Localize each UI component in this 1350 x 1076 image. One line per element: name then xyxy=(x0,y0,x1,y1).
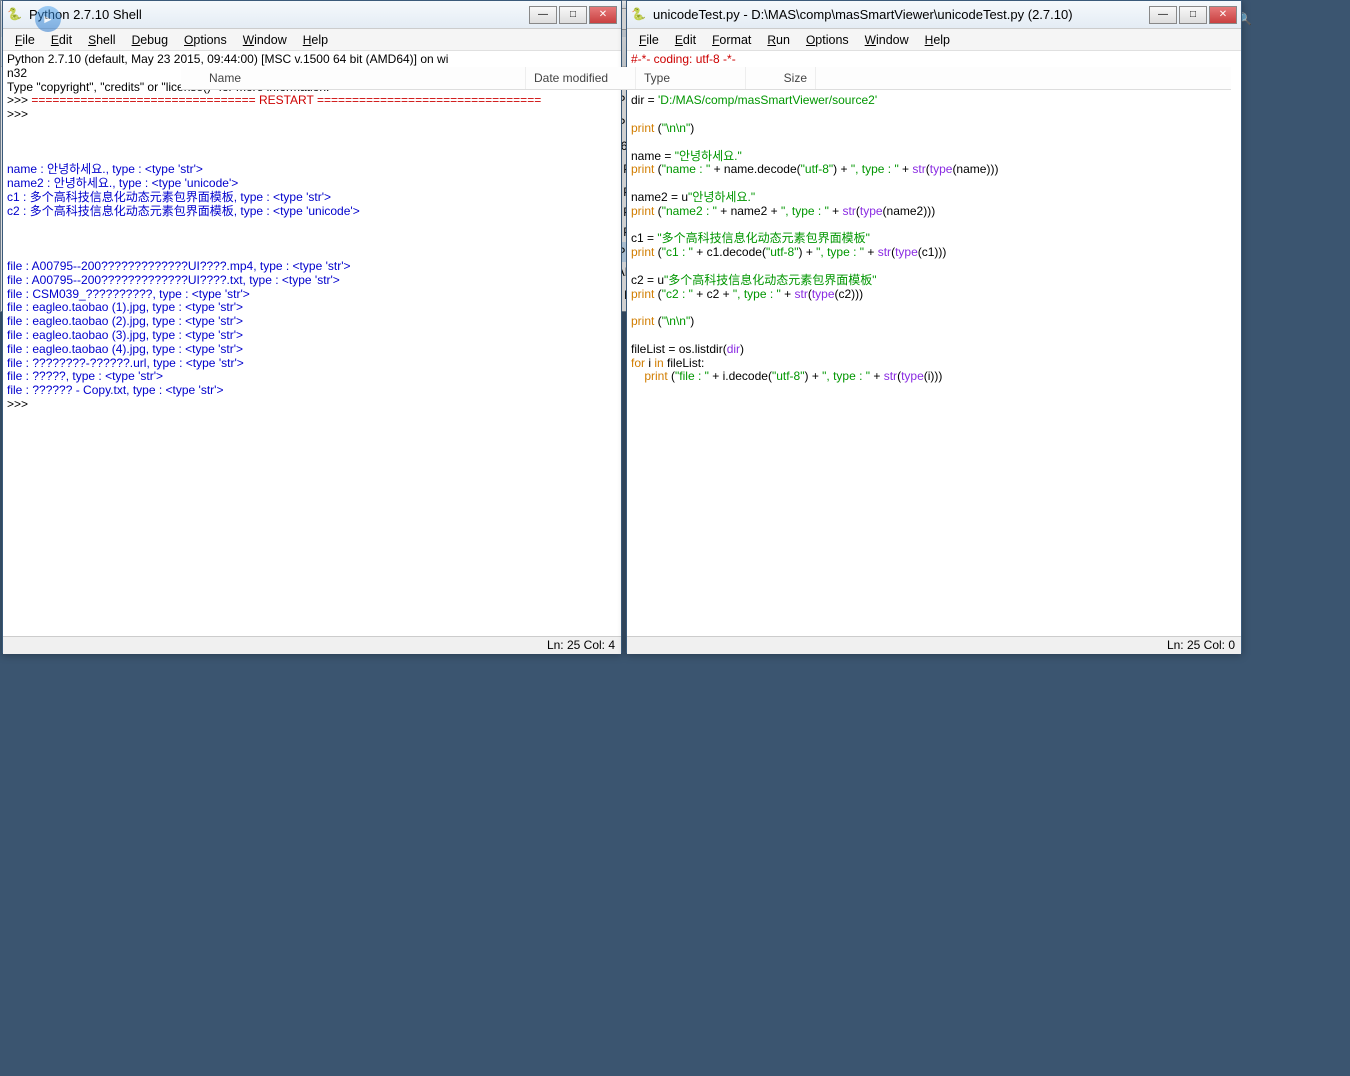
minimize-button[interactable]: — xyxy=(529,6,557,24)
shell-output[interactable]: Python 2.7.10 (default, May 23 2015, 09:… xyxy=(3,51,621,636)
editor-title: unicodeTest.py - D:\MAS\comp\masSmartVie… xyxy=(653,7,1147,22)
editor-menubar: FileEditFormatRunOptionsWindowHelp xyxy=(627,29,1241,51)
shell-titlebar[interactable]: 🐍 Python 2.7.10 Shell — □ ✕ xyxy=(3,1,621,29)
column-name[interactable]: Name xyxy=(181,67,526,89)
shell-menubar: FileEditShellDebugOptionsWindowHelp xyxy=(3,29,621,51)
forward-button[interactable]: ► xyxy=(35,6,61,32)
menu-format[interactable]: Format xyxy=(704,31,759,49)
window-controls: — □ ✕ xyxy=(1147,6,1237,24)
column-type[interactable]: Type xyxy=(636,67,746,89)
maximize-button[interactable]: □ xyxy=(559,6,587,24)
column-size[interactable]: Size xyxy=(746,67,816,89)
shell-statusbar: Ln: 25 Col: 4 xyxy=(3,636,621,654)
menu-shell[interactable]: Shell xyxy=(80,31,123,49)
python-shell-window: 🐍 Python 2.7.10 Shell — □ ✕ FileEditShel… xyxy=(2,0,622,653)
column-date[interactable]: Date modified xyxy=(526,67,636,89)
editor-titlebar[interactable]: 🐍 unicodeTest.py - D:\MAS\comp\masSmartV… xyxy=(627,1,1241,29)
window-controls: — □ ✕ xyxy=(527,6,617,24)
menu-file[interactable]: File xyxy=(631,31,667,49)
maximize-button[interactable]: □ xyxy=(1179,6,1207,24)
menu-window[interactable]: Window xyxy=(857,31,917,49)
python-icon: 🐍 xyxy=(631,7,647,23)
menu-window[interactable]: Window xyxy=(235,31,295,49)
file-list-header: Name Date modified Type Size xyxy=(181,67,1231,90)
menu-run[interactable]: Run xyxy=(759,31,798,49)
menu-help[interactable]: Help xyxy=(295,31,336,49)
menu-edit[interactable]: Edit xyxy=(667,31,704,49)
menu-options[interactable]: Options xyxy=(176,31,235,49)
editor-code[interactable]: #-*- coding: utf-8 -*-import os, sys dir… xyxy=(627,51,1241,636)
menu-help[interactable]: Help xyxy=(917,31,958,49)
menu-debug[interactable]: Debug xyxy=(124,31,176,49)
python-icon: 🐍 xyxy=(7,7,23,23)
shell-title: Python 2.7.10 Shell xyxy=(29,7,527,22)
close-button[interactable]: ✕ xyxy=(1209,6,1237,24)
minimize-button[interactable]: — xyxy=(1149,6,1177,24)
menu-edit[interactable]: Edit xyxy=(43,31,80,49)
menu-options[interactable]: Options xyxy=(798,31,857,49)
menu-file[interactable]: File xyxy=(7,31,43,49)
close-button[interactable]: ✕ xyxy=(589,6,617,24)
editor-statusbar: Ln: 25 Col: 0 xyxy=(627,636,1241,654)
python-editor-window: 🐍 unicodeTest.py - D:\MAS\comp\masSmartV… xyxy=(626,0,1242,653)
